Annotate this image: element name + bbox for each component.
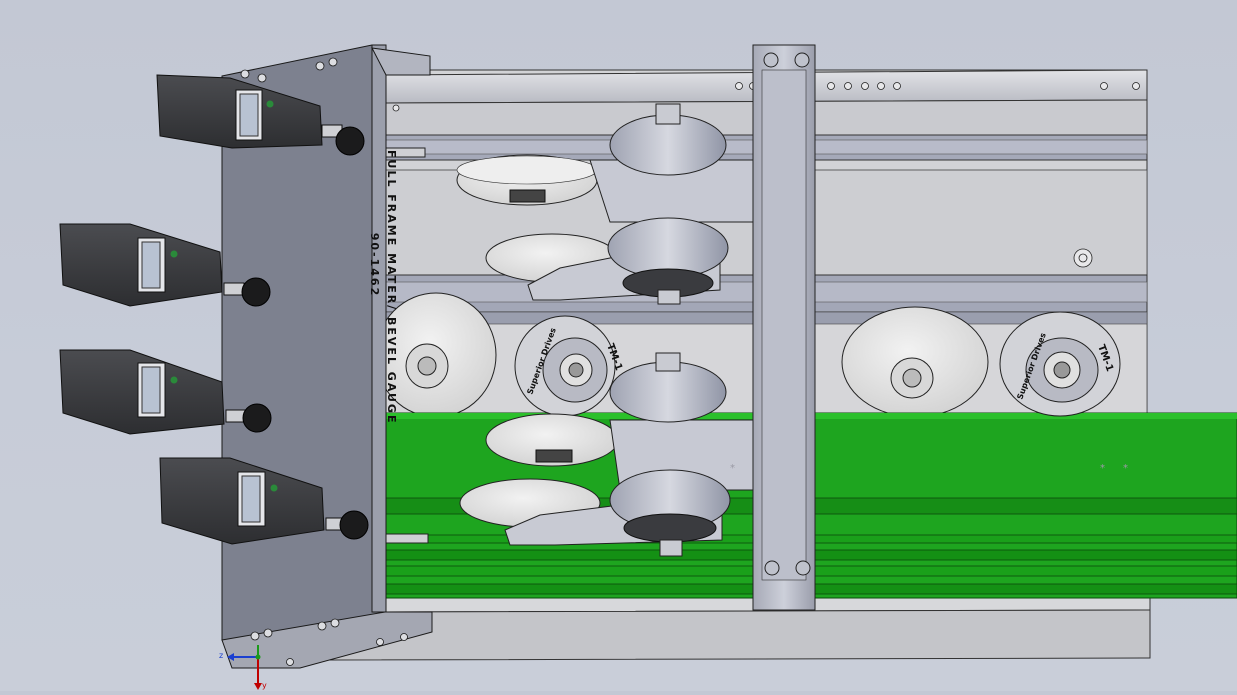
svg-text:*: * — [1100, 463, 1105, 474]
triad-y-label: y — [262, 681, 267, 690]
plate-part-number: 90-1462 — [368, 232, 381, 298]
svg-text:*: * — [730, 463, 735, 474]
plate-title: FULL FRAME MATER/ BEVEL GAUGE — [385, 150, 398, 425]
triad-z-label: z — [219, 651, 224, 660]
svg-text:*: * — [1123, 463, 1128, 474]
vertical-support-post — [752, 44, 816, 611]
plate-engraving: FULL FRAME MATER/ BEVEL GAUGE 90-1462 — [366, 150, 400, 425]
axis-triad: z y — [214, 641, 274, 691]
cad-viewport[interactable]: Superior Drives TM-1 Superior Drives TM-… — [0, 0, 1237, 691]
idler-wheel-right — [841, 306, 989, 418]
assembly-model[interactable]: Superior Drives TM-1 Superior Drives TM-… — [0, 0, 1237, 691]
drive-motor-right: Superior Drives TM-1 — [999, 311, 1121, 417]
